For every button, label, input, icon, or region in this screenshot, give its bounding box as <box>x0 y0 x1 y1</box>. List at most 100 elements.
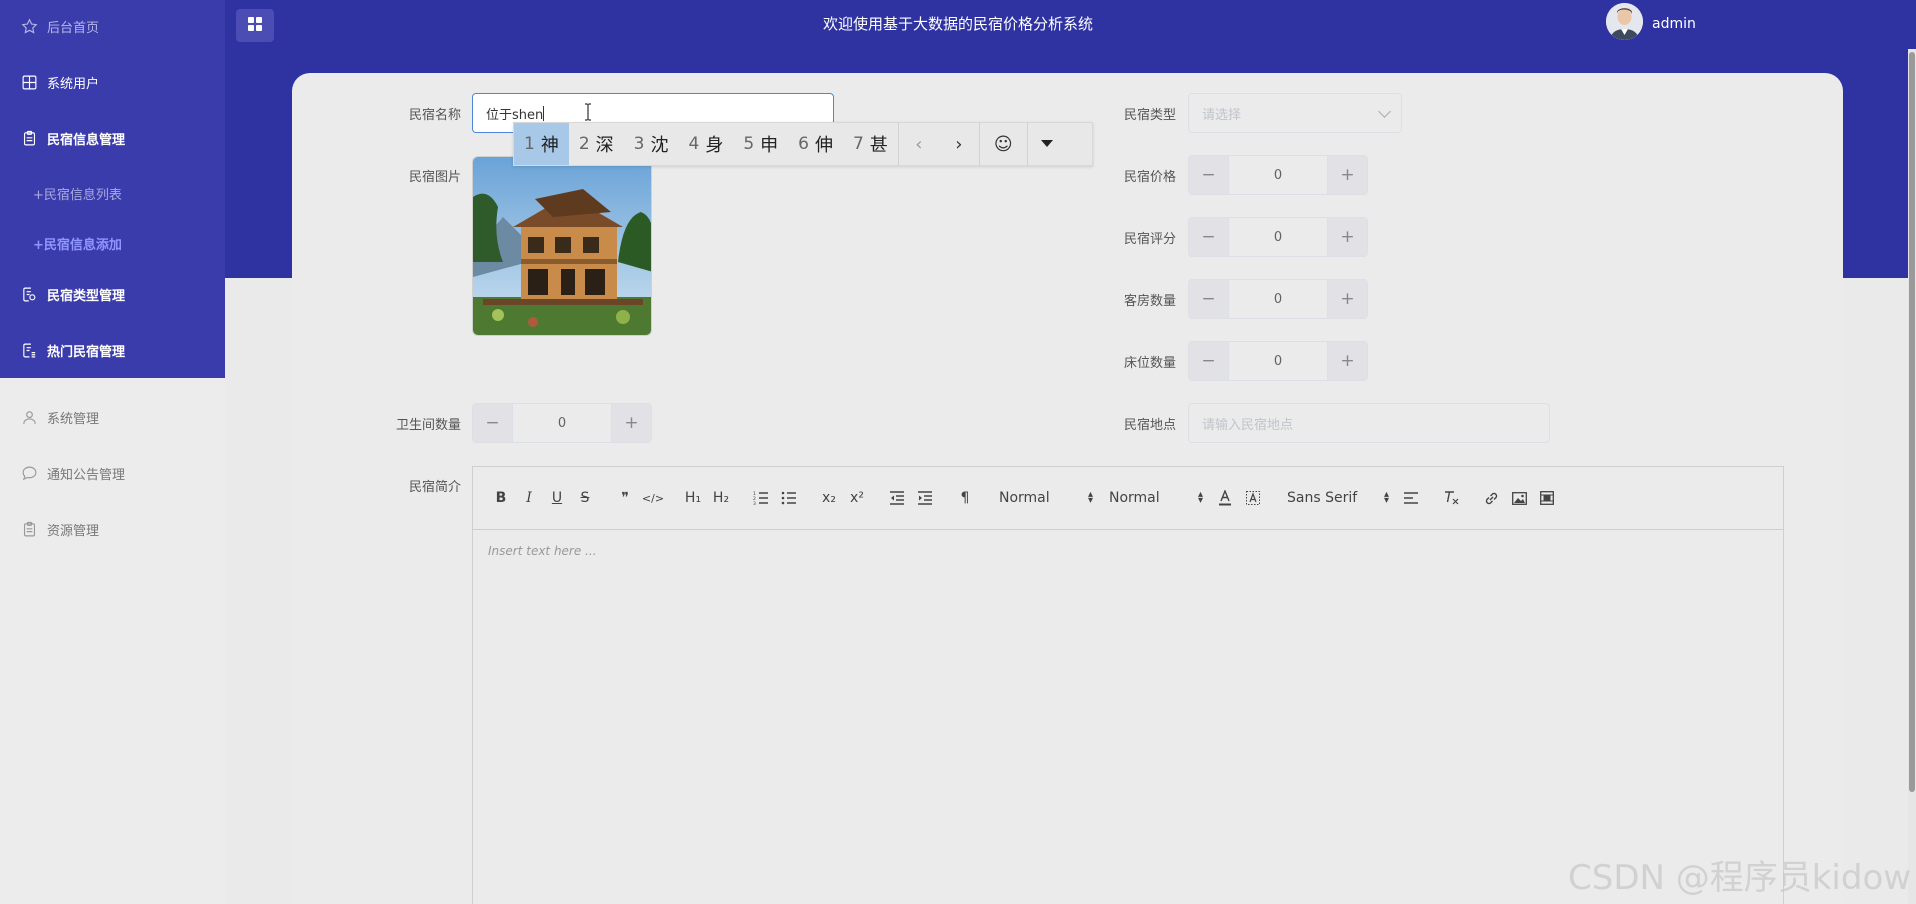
ime-candidate[interactable]: 2深 <box>569 123 624 165</box>
beds-value[interactable]: 0 <box>1229 342 1327 380</box>
price-decrement-button[interactable]: − <box>1189 156 1229 194</box>
rooms-decrement-button[interactable]: − <box>1189 280 1229 318</box>
location-input-placeholder: 请输入民宿地点 <box>1202 417 1294 433</box>
sidebar-item-homestay-info[interactable]: 民宿信息管理 <box>0 116 225 160</box>
sidebar-item-popular-homestay[interactable]: 热门民宿管理 <box>0 328 225 372</box>
editor-content[interactable]: Insert text here ... <box>473 530 1783 572</box>
sidebar-item-label: 热门民宿管理 <box>47 344 126 360</box>
editor-placeholder: Insert text here ... <box>488 544 597 558</box>
background-color-button[interactable] <box>1239 486 1267 510</box>
ime-candidate[interactable]: 1神 <box>514 123 569 165</box>
rooms-stepper[interactable]: − 0 + <box>1188 279 1368 319</box>
score-decrement-button[interactable]: − <box>1189 218 1229 256</box>
smiley-icon: ☺ <box>993 133 1013 155</box>
italic-button[interactable]: I <box>515 486 543 510</box>
outdent-icon <box>890 491 904 505</box>
subscript-button[interactable]: x₂ <box>815 486 843 510</box>
indent-button[interactable] <box>911 486 939 510</box>
sidebar-item-notice-manage[interactable]: 通知公告管理 <box>0 451 225 495</box>
sidebar-item-resource-manage[interactable]: 资源管理 <box>0 507 225 551</box>
homestay-image-upload[interactable] <box>472 156 652 336</box>
page-scrollbar-thumb[interactable] <box>1909 52 1915 792</box>
caret-down-icon <box>1041 140 1054 147</box>
bath-value[interactable]: 0 <box>513 404 611 442</box>
updown-arrow-icon: ▴ ▾ <box>1197 489 1203 506</box>
bath-increment-button[interactable]: + <box>611 404 651 442</box>
link-button[interactable] <box>1477 486 1505 510</box>
name-input-value: 位于shen <box>486 107 544 123</box>
video-icon <box>1540 491 1554 505</box>
image-button[interactable] <box>1505 486 1533 510</box>
bath-decrement-button[interactable]: − <box>473 404 513 442</box>
chat-icon <box>20 464 38 482</box>
size-select[interactable]: Normal ▴ ▾ <box>1101 486 1211 510</box>
score-increment-button[interactable]: + <box>1327 218 1367 256</box>
ime-expand-button[interactable] <box>1026 123 1067 165</box>
price-increment-button[interactable]: + <box>1327 156 1367 194</box>
submenu-item-homestay-list[interactable]: +民宿信息列表 <box>33 184 122 203</box>
blockquote-button[interactable]: ❞ <box>611 486 639 510</box>
rooms-value[interactable]: 0 <box>1229 280 1327 318</box>
bullet-list-icon <box>781 491 796 505</box>
sidebar-item-label: 资源管理 <box>47 523 100 539</box>
outdent-button[interactable] <box>883 486 911 510</box>
clear-format-icon <box>1445 491 1459 505</box>
code-button[interactable]: </> <box>639 486 667 510</box>
bath-label: 卫生间数量 <box>395 418 461 433</box>
ime-prev-page-button[interactable]: ‹ <box>899 123 939 165</box>
image-label: 民宿图片 <box>408 170 461 185</box>
ordered-list-icon: 123 <box>753 491 768 505</box>
beds-increment-button[interactable]: + <box>1327 342 1367 380</box>
rooms-label: 客房数量 <box>1123 294 1176 309</box>
rooms-increment-button[interactable]: + <box>1327 280 1367 318</box>
ime-next-page-button[interactable]: › <box>939 123 979 165</box>
h1-button[interactable]: H₁ <box>679 486 707 510</box>
ime-candidate[interactable]: 7甚 <box>843 123 898 165</box>
intro-label: 民宿简介 <box>408 480 461 495</box>
username[interactable]: admin <box>1652 16 1696 32</box>
ime-candidate-char: 伸 <box>814 135 833 156</box>
font-family-select[interactable]: Sans Serif ▴ ▾ <box>1279 486 1397 510</box>
ime-candidate-char: 沈 <box>650 135 669 156</box>
beds-stepper[interactable]: − 0 + <box>1188 341 1368 381</box>
ime-candidate-number: 4 <box>688 134 700 154</box>
bullet-list-button[interactable] <box>775 486 803 510</box>
text-direction-button[interactable]: ¶ <box>951 486 979 510</box>
score-stepper[interactable]: − 0 + <box>1188 217 1368 257</box>
ime-candidate[interactable]: 6伸 <box>788 123 843 165</box>
ime-candidate[interactable]: 5申 <box>733 123 788 165</box>
price-stepper[interactable]: − 0 + <box>1188 155 1368 195</box>
location-input[interactable]: 请输入民宿地点 <box>1188 403 1550 443</box>
grid-icon <box>20 73 38 91</box>
beds-decrement-button[interactable]: − <box>1189 342 1229 380</box>
header-format-select[interactable]: Normal ▴ ▾ <box>991 486 1101 510</box>
align-left-icon <box>1404 492 1418 504</box>
video-button[interactable] <box>1533 486 1561 510</box>
ime-emoji-button[interactable]: ☺ <box>978 123 1027 165</box>
score-value[interactable]: 0 <box>1229 218 1327 256</box>
price-value[interactable]: 0 <box>1229 156 1327 194</box>
sidebar-item-system-manage[interactable]: 系统管理 <box>0 395 225 439</box>
ime-candidate-number: 3 <box>633 134 645 154</box>
bath-stepper[interactable]: − 0 + <box>472 403 652 443</box>
type-select[interactable]: 请选择 <box>1188 93 1402 133</box>
superscript-button[interactable]: x² <box>843 486 871 510</box>
clear-format-button[interactable] <box>1437 486 1465 510</box>
strike-button[interactable]: S <box>571 486 599 510</box>
sidebar-item-homestay-type[interactable]: 民宿类型管理 <box>0 272 225 316</box>
user-icon <box>20 408 38 426</box>
rich-text-editor[interactable]: B I U S ❞ </> H₁ H₂ 123 x₂ x² ¶ Normal ▴… <box>472 466 1784 904</box>
beds-label: 床位数量 <box>1123 356 1176 371</box>
ime-candidate[interactable]: 3沈 <box>624 123 679 165</box>
text-caret <box>543 105 545 121</box>
ordered-list-button[interactable]: 123 <box>747 486 775 510</box>
sidebar-item-system-users[interactable]: 系统用户 <box>0 60 225 104</box>
bold-button[interactable]: B <box>487 486 515 510</box>
avatar[interactable] <box>1606 3 1643 40</box>
align-button[interactable] <box>1397 486 1425 510</box>
ime-candidate[interactable]: 4身 <box>678 123 733 165</box>
submenu-item-homestay-add[interactable]: +民宿信息添加 <box>33 234 122 253</box>
font-color-button[interactable] <box>1211 486 1239 510</box>
underline-button[interactable]: U <box>543 486 571 510</box>
h2-button[interactable]: H₂ <box>707 486 735 510</box>
